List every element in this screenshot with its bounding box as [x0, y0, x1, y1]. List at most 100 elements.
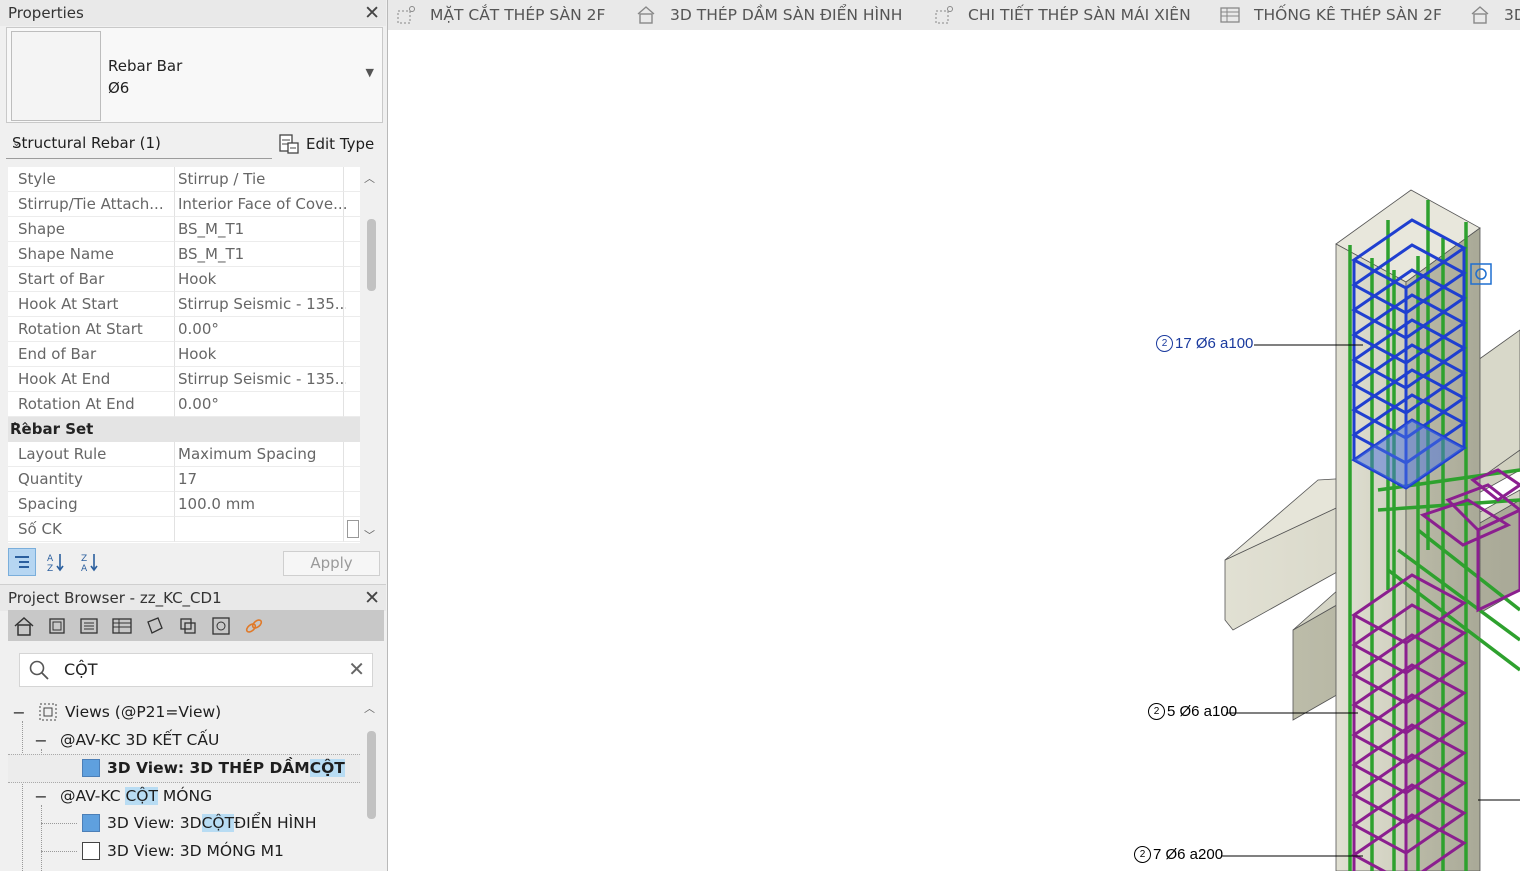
properties-header: Properties ✕	[0, 0, 386, 26]
view-tab-bar: MẶT CẮT THÉP SÀN 2F 3D THÉP DẦM SÀN ĐIỂN…	[388, 0, 1520, 30]
property-row[interactable]: Hook At End Stirrup Seismic - 135...	[8, 367, 360, 392]
rebar-tag-selected[interactable]: 2 17 Ø6 a100	[1156, 335, 1253, 352]
collapse-toggle-icon[interactable]: −	[34, 731, 48, 750]
scroll-up-icon[interactable]: ︿	[364, 700, 375, 716]
categorize-icon[interactable]	[8, 548, 36, 576]
browser-toolbar	[8, 610, 384, 641]
property-key: Rotation At End	[8, 392, 175, 417]
tab-chi-tiet-thep-san[interactable]: CHI TIẾT THÉP SÀN MÁI XIÊN	[934, 0, 1191, 30]
revit-links-icon[interactable]	[241, 613, 267, 638]
scroll-thumb[interactable]	[367, 219, 376, 291]
schedules-icon[interactable]	[109, 613, 135, 638]
property-row[interactable]: Rotation At Start 0.00°	[8, 317, 360, 342]
property-row[interactable]: Shape Name BS_M_T1	[8, 242, 360, 267]
property-key: Spacing	[8, 492, 175, 517]
property-value[interactable]: 17	[175, 467, 346, 492]
scroll-down-icon[interactable]: ﹀	[364, 527, 375, 543]
property-value[interactable]: Maximum Spacing	[175, 442, 346, 467]
properties-scrollbar[interactable]: ︿ ﹀	[362, 167, 382, 543]
property-row[interactable]: Start of Bar Hook	[8, 267, 360, 292]
apply-button[interactable]: Apply	[283, 551, 380, 576]
rebar-tag[interactable]: 2 5 Ø6 a100	[1148, 703, 1237, 720]
home-icon[interactable]	[11, 613, 37, 638]
svg-text:Z: Z	[47, 564, 53, 572]
browser-title: Project Browser - zz_KC_CD1	[8, 589, 222, 607]
tab-thong-ke-thep-san[interactable]: THỐNG KÊ THÉP SÀN 2F	[1220, 0, 1442, 30]
tab-3d-thep-dam-san[interactable]: 3D THÉP DẦM SÀN ĐIỂN HÌNH	[636, 0, 902, 30]
browser-search-box[interactable]: CỘT ✕	[19, 653, 373, 687]
property-row[interactable]: Số CK	[8, 517, 360, 542]
property-row[interactable]: Layout Rule Maximum Spacing	[8, 442, 360, 467]
property-row[interactable]: Style Stirrup / Tie	[8, 167, 360, 192]
property-value[interactable]: Stirrup / Tie	[175, 167, 346, 192]
type-selector[interactable]: Rebar Bar Ø6 ▼	[6, 27, 383, 123]
property-key: Style	[8, 167, 175, 192]
property-row[interactable]: Spacing 100.0 mm	[8, 492, 360, 517]
tree-node-3d-thep-dam-cot[interactable]: 3D View: 3D THÉP DẦM CỘT	[82, 755, 345, 781]
search-input[interactable]: CỘT	[64, 660, 98, 679]
checkbox[interactable]	[347, 520, 359, 538]
chevron-down-icon[interactable]: ▼	[366, 66, 374, 79]
instance-filter-dropdown[interactable]: Structural Rebar (1) ⌄	[6, 130, 272, 159]
property-row[interactable]: Stirrup/Tie Attach... Interior Face of Co…	[8, 192, 360, 217]
property-value[interactable]: Stirrup Seismic - 135...	[175, 367, 346, 392]
sheets-icon[interactable]	[142, 613, 168, 638]
property-key: End of Bar	[8, 342, 175, 367]
clear-search-icon[interactable]: ✕	[348, 657, 365, 681]
property-row[interactable]: End of Bar Hook	[8, 342, 360, 367]
tab-label: MẶT CẮT THÉP SÀN 2F	[430, 6, 606, 24]
edit-type-label: Edit Type	[306, 135, 375, 153]
search-match-highlight: CỘT	[201, 814, 235, 832]
close-properties-icon[interactable]: ✕	[364, 2, 380, 24]
group-header-rebar-set[interactable]: Rebar Set ⌃⌃	[8, 417, 360, 442]
tree-node-3d-cot-dien-hinh[interactable]: 3D View: 3D CỘT ĐIỂN HÌNH	[82, 810, 316, 836]
property-row[interactable]: Shape BS_M_T1	[8, 217, 360, 242]
properties-title: Properties	[8, 4, 84, 22]
views-icon[interactable]	[44, 613, 70, 638]
tag-number: 2	[1134, 846, 1151, 863]
property-row[interactable]: Hook At Start Stirrup Seismic - 135...	[8, 292, 360, 317]
3d-viewport[interactable]: 2 17 Ø6 a100 2 5 Ø6 a100 2 7 Ø6 a200	[388, 30, 1520, 871]
browser-tree: − Views (@P21=View) − @AV-KC 3D KẾT CẤU …	[8, 697, 360, 871]
collapse-icon[interactable]: ⌃⌃	[10, 420, 354, 434]
property-value[interactable]	[175, 517, 346, 542]
property-key: Shape Name	[8, 242, 175, 267]
edit-type-button[interactable]: Edit Type	[278, 131, 374, 157]
property-value[interactable]: BS_M_T1	[175, 217, 346, 242]
property-value[interactable]: 0.00°	[175, 317, 346, 342]
schedule-icon	[1220, 7, 1240, 23]
property-row[interactable]: Quantity 17	[8, 467, 360, 492]
property-value[interactable]: Interior Face of Cove...	[175, 192, 346, 217]
scroll-up-icon[interactable]: ︿	[364, 170, 375, 186]
close-browser-icon[interactable]: ✕	[364, 587, 380, 609]
rebar-model-drawing[interactable]	[388, 30, 1520, 871]
property-value[interactable]: 100.0 mm	[175, 492, 346, 517]
collapse-toggle-icon[interactable]: −	[34, 787, 48, 806]
property-value[interactable]: 0.00°	[175, 392, 346, 417]
scroll-thumb[interactable]	[367, 731, 376, 819]
rebar-tag[interactable]: 2 7 Ø6 a200	[1134, 846, 1223, 863]
property-row[interactable]: Rotation At End 0.00°	[8, 392, 360, 417]
legends-icon[interactable]	[76, 613, 102, 638]
property-key: Hook At Start	[8, 292, 175, 317]
sort-ascending-icon[interactable]: AZ	[42, 548, 70, 576]
property-value[interactable]: Stirrup Seismic - 135...	[175, 292, 346, 317]
tree-node-3d-mong-m1[interactable]: 3D View: 3D MÓNG M1	[82, 838, 284, 864]
tab-mat-cat-thep-san[interactable]: MẶT CẮT THÉP SÀN 2F	[396, 0, 605, 30]
tab-3d[interactable]: 3D	[1470, 0, 1520, 30]
property-value[interactable]: Hook	[175, 267, 346, 292]
tree-label: @AV-KC 3D KẾT CẤU	[60, 731, 220, 749]
families-icon[interactable]	[175, 613, 201, 638]
svg-text:A: A	[81, 564, 88, 572]
property-value[interactable]: Hook	[175, 342, 346, 367]
tree-label: 3D View: 3D MÓNG M1	[107, 842, 284, 860]
groups-icon[interactable]	[208, 613, 234, 638]
property-key: Shape	[8, 217, 175, 242]
svg-text:A: A	[47, 554, 54, 564]
property-key: Số CK	[8, 517, 175, 542]
property-key: Stirrup/Tie Attach...	[8, 192, 175, 217]
property-value[interactable]: BS_M_T1	[175, 242, 346, 267]
sort-descending-icon[interactable]: ZA	[76, 548, 104, 576]
browser-scrollbar[interactable]: ︿	[362, 697, 382, 871]
collapse-toggle-icon[interactable]: −	[12, 703, 26, 722]
